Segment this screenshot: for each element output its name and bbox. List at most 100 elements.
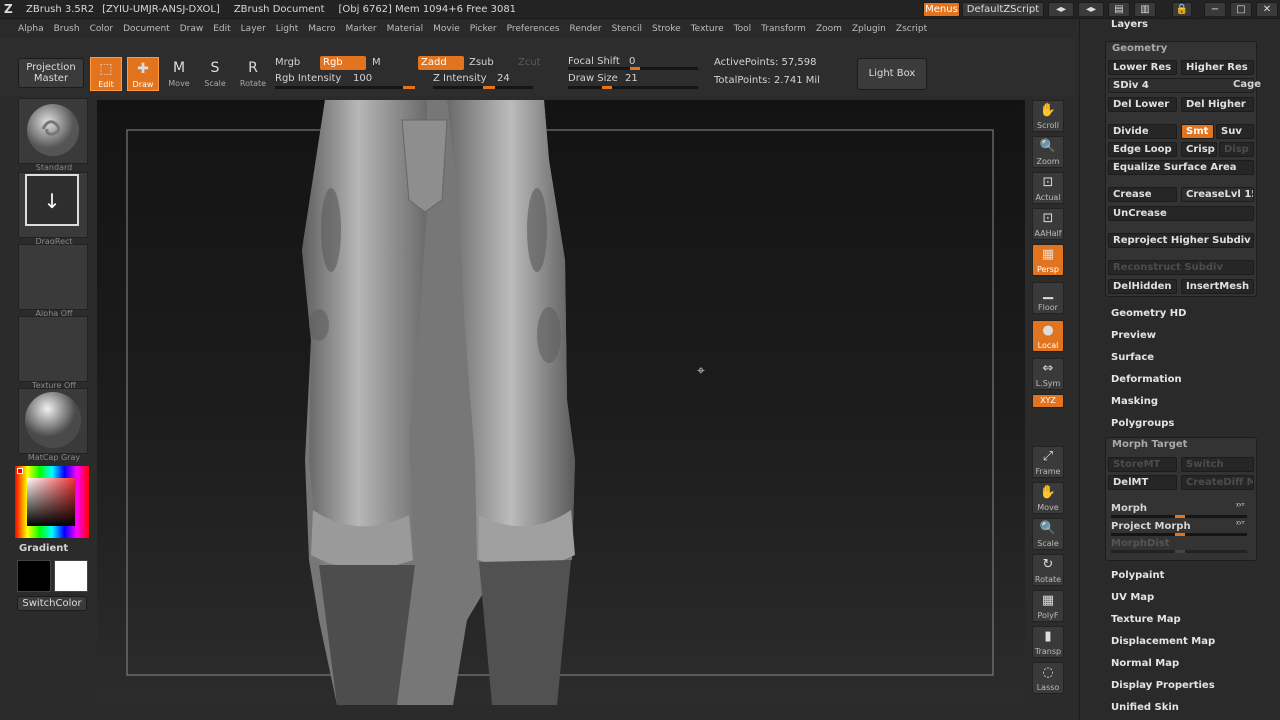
menu-tool[interactable]: Tool <box>734 24 751 34</box>
menu-alpha[interactable]: Alpha <box>18 24 44 34</box>
draw-tool-button[interactable]: ✚ Draw <box>127 57 159 91</box>
menu-picker[interactable]: Picker <box>470 24 497 34</box>
del-mt-button[interactable]: DelMT <box>1108 475 1177 490</box>
document-canvas[interactable]: ⌖ <box>97 100 1025 705</box>
shelf-floor-button[interactable]: ▁ Floor <box>1032 282 1064 314</box>
shelf-lasso-button[interactable]: ◌ Lasso <box>1032 662 1064 694</box>
project-morph-xyz-icon[interactable]: ᵡʸᶻ <box>1236 519 1245 528</box>
del-hidden-button[interactable]: DelHidden <box>1108 279 1177 294</box>
menu-zoom[interactable]: Zoom <box>816 24 842 34</box>
switch-color-button[interactable]: SwitchColor <box>17 596 87 611</box>
crease-level-slider[interactable]: CreaseLvl 15 <box>1181 187 1254 202</box>
del-lower-button[interactable]: Del Lower <box>1108 97 1177 112</box>
alpha-thumbnail[interactable]: Alpha Off <box>18 244 88 318</box>
menu-zscript[interactable]: Zscript <box>896 24 927 34</box>
move-tool-button[interactable]: M Move <box>163 57 195 91</box>
gradient-label[interactable]: Gradient <box>19 543 68 554</box>
shelf-frame-button[interactable]: ⤢ Frame <box>1032 446 1064 478</box>
section-surface[interactable]: Surface <box>1111 352 1154 363</box>
shelf-actual-button[interactable]: ⊡ Actual <box>1032 172 1064 204</box>
lock-icon[interactable]: 🔒 <box>1172 2 1192 17</box>
brush-thumbnail[interactable]: Standard <box>18 98 88 172</box>
shelf-persp-button[interactable]: ▦ Persp <box>1032 244 1064 276</box>
section-unified-skin[interactable]: Unified Skin <box>1111 702 1179 713</box>
section-display-properties[interactable]: Display Properties <box>1111 680 1215 691</box>
menu-texture[interactable]: Texture <box>691 24 724 34</box>
menus-button[interactable]: Menus <box>923 2 960 17</box>
geometry-title[interactable]: Geometry <box>1112 43 1167 54</box>
zsub-toggle[interactable]: Zsub <box>469 57 494 68</box>
shelf-polyf-button[interactable]: ▦ PolyF <box>1032 590 1064 622</box>
menu-stroke[interactable]: Stroke <box>652 24 681 34</box>
uncrease-button[interactable]: UnCrease <box>1108 206 1254 221</box>
section-preview[interactable]: Preview <box>1111 330 1156 341</box>
scroll-right-icon[interactable]: ◂▸ <box>1078 2 1104 17</box>
morph-slider[interactable] <box>1111 515 1247 518</box>
menu-draw[interactable]: Draw <box>180 24 204 34</box>
shelf-scale-button[interactable]: 🔍 Scale <box>1032 518 1064 550</box>
shelf-local-button[interactable]: ● Local <box>1032 320 1064 352</box>
menu-light[interactable]: Light <box>276 24 298 34</box>
menu-edit[interactable]: Edit <box>213 24 230 34</box>
texture-thumbnail[interactable]: Texture Off <box>18 316 88 390</box>
section-texture-map[interactable]: Texture Map <box>1111 614 1181 625</box>
crisp-toggle[interactable]: Crisp <box>1181 142 1217 157</box>
shelf-aahalf-button[interactable]: ⊡ AAHalf <box>1032 208 1064 240</box>
lower-res-button[interactable]: Lower Res <box>1108 60 1177 75</box>
z-intensity-slider[interactable] <box>433 86 533 89</box>
del-higher-button[interactable]: Del Higher <box>1181 97 1254 112</box>
rotate-tool-button[interactable]: R Rotate <box>237 57 269 91</box>
stroke-thumbnail[interactable]: ↓ DragRect <box>18 172 88 246</box>
edit-tool-button[interactable]: ⬚ Edit <box>90 57 122 91</box>
color-picker[interactable] <box>15 466 89 538</box>
zadd-toggle[interactable]: Zadd <box>418 56 464 70</box>
focal-shift-slider[interactable] <box>568 67 698 70</box>
higher-res-button[interactable]: Higher Res <box>1181 60 1254 75</box>
menu-preferences[interactable]: Preferences <box>507 24 560 34</box>
divide-button[interactable]: Divide <box>1108 124 1177 139</box>
menu-movie[interactable]: Movie <box>433 24 460 34</box>
section-normal-map[interactable]: Normal Map <box>1111 658 1179 669</box>
project-morph-slider[interactable] <box>1111 533 1247 536</box>
rgb-intensity-slider[interactable] <box>275 86 415 89</box>
section-displacement-map[interactable]: Displacement Map <box>1111 636 1215 647</box>
primary-color-swatch[interactable] <box>17 560 51 592</box>
section-uv-map[interactable]: UV Map <box>1111 592 1154 603</box>
morph-xyz-icon[interactable]: ᵡʸᶻ <box>1236 501 1245 510</box>
insert-mesh-button[interactable]: InsertMesh <box>1181 279 1254 294</box>
suv-toggle[interactable]: Suv <box>1216 124 1254 139</box>
scroll-left-icon[interactable]: ◂▸ <box>1048 2 1074 17</box>
shelf-scroll-button[interactable]: ✋ Scroll <box>1032 100 1064 132</box>
tray-toggle-icon[interactable]: ▤ <box>1108 2 1130 17</box>
scale-tool-button[interactable]: S Scale <box>199 57 231 91</box>
section-masking[interactable]: Masking <box>1111 396 1158 407</box>
morph-target-title[interactable]: Morph Target <box>1112 439 1187 450</box>
equalize-surface-area-button[interactable]: Equalize Surface Area <box>1108 160 1254 175</box>
menu-transform[interactable]: Transform <box>761 24 806 34</box>
menu-marker[interactable]: Marker <box>345 24 376 34</box>
material-thumbnail[interactable]: MatCap Gray <box>18 388 88 462</box>
menu-layer[interactable]: Layer <box>241 24 266 34</box>
menu-color[interactable]: Color <box>90 24 114 34</box>
layers-section[interactable]: Layers <box>1111 19 1148 30</box>
draw-size-slider[interactable] <box>568 86 698 89</box>
menu-macro[interactable]: Macro <box>308 24 335 34</box>
menu-zplugin[interactable]: Zplugin <box>852 24 886 34</box>
menu-document[interactable]: Document <box>123 24 170 34</box>
maximize-icon[interactable]: □ <box>1230 2 1252 17</box>
edge-loop-button[interactable]: Edge Loop <box>1108 142 1177 157</box>
minimize-icon[interactable]: − <box>1204 2 1226 17</box>
close-icon[interactable]: ✕ <box>1256 2 1278 17</box>
shelf-rotate-button[interactable]: ↻ Rotate <box>1032 554 1064 586</box>
secondary-color-swatch[interactable] <box>54 560 88 592</box>
menu-brush[interactable]: Brush <box>54 24 80 34</box>
menu-render[interactable]: Render <box>570 24 602 34</box>
smt-toggle[interactable]: Smt <box>1181 124 1214 139</box>
shelf-zoom-button[interactable]: 🔍 Zoom <box>1032 136 1064 168</box>
shelf-lsym-button[interactable]: ⇔ L.Sym <box>1032 358 1064 390</box>
projection-master-button[interactable]: Projection Master <box>18 58 84 88</box>
shelf-xyz-button[interactable]: XYZ <box>1032 394 1064 408</box>
m-toggle[interactable]: M <box>372 57 381 68</box>
color-square[interactable] <box>27 478 75 526</box>
menu-stencil[interactable]: Stencil <box>612 24 642 34</box>
